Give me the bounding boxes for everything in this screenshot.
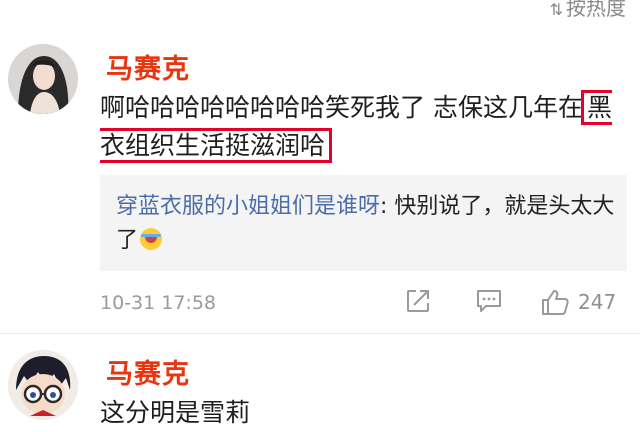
comment-username[interactable]: 马赛克 — [106, 47, 190, 86]
sort-label: 按热度 — [566, 0, 626, 20]
sort-arrows-icon: ⇅ — [549, 0, 563, 19]
avatar[interactable] — [8, 350, 78, 420]
nested-reply[interactable]: 穿蓝衣服的小姐姐们是谁呀: 快别说了，就是头太大了 — [100, 175, 627, 271]
comment-button[interactable] — [475, 288, 503, 314]
comment-meta-row: 10-31 17:58 247 — [100, 288, 627, 320]
comment-divider — [0, 333, 640, 334]
laugh-cry-emoji-icon — [140, 228, 163, 250]
comment-text: 这分明是雪莉 — [100, 398, 251, 427]
reply-text: 穿蓝衣服的小姐姐们是谁呀: 快别说了，就是头太大了 — [116, 190, 616, 258]
avatar-anime-glasses-icon — [8, 350, 78, 420]
comment-timestamp: 10-31 17:58 — [100, 292, 217, 314]
share-button[interactable] — [405, 288, 431, 314]
avatar[interactable] — [8, 44, 78, 114]
avatar-woman-photo-icon — [8, 44, 78, 114]
comment-text: 啊哈哈哈哈哈哈哈哈笑死我了 志保这几年在 黑衣组织生活挺滋润哈 — [100, 89, 620, 165]
comment-username[interactable]: 马赛克 — [106, 352, 190, 391]
share-icon — [407, 290, 429, 312]
like-count: 247 — [578, 290, 617, 314]
comment-icon — [477, 290, 501, 312]
like-button[interactable]: 247 — [540, 288, 616, 316]
thumbs-up-icon — [542, 290, 569, 315]
reply-separator: : — [380, 194, 395, 219]
sort-by-popularity-button[interactable]: ⇅ 按热度 — [550, 0, 626, 21]
reply-username[interactable]: 穿蓝衣服的小姐姐们是谁呀 — [116, 194, 380, 219]
comment-text-plain: 啊哈哈哈哈哈哈哈哈笑死我了 志保这几年在 — [100, 93, 583, 122]
